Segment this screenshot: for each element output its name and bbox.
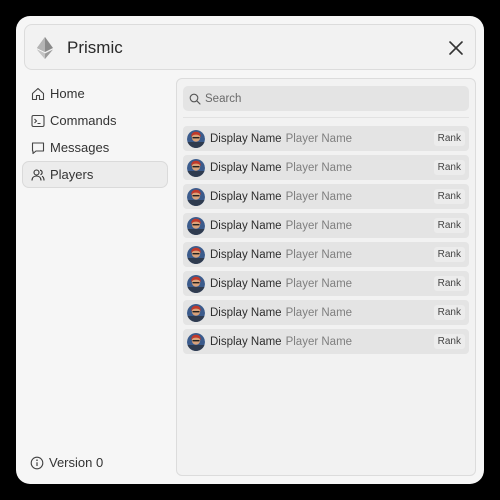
sidebar-item-label: Messages — [50, 140, 110, 155]
rank-badge: Rank — [433, 334, 465, 349]
sidebar-item-home[interactable]: Home — [22, 80, 168, 107]
message-icon — [31, 141, 45, 154]
players-panel: Display NamePlayer NameRank Display Name… — [176, 78, 476, 476]
search-bar[interactable] — [183, 86, 469, 111]
player-username: Player Name — [285, 190, 353, 203]
sidebar-item-label: Commands — [50, 113, 117, 128]
info-icon — [30, 456, 44, 469]
rank-badge: Rank — [433, 160, 465, 175]
player-display-name: Display Name — [210, 335, 282, 348]
version-label: Version 0 — [49, 455, 104, 470]
player-username: Player Name — [285, 277, 353, 290]
player-row[interactable]: Display Name Player Name Rank — [183, 155, 469, 180]
sidebar-item-commands[interactable]: Commands — [22, 107, 168, 134]
player-row[interactable]: Display Name Player Name Rank — [183, 329, 469, 354]
search-icon — [189, 93, 201, 105]
player-username: Player Name — [285, 161, 353, 174]
avatar — [187, 158, 205, 177]
avatar — [187, 129, 205, 148]
player-username: Player Name — [285, 248, 353, 261]
avatar — [187, 274, 205, 293]
player-row[interactable]: Display Name Player Name Rank — [183, 213, 469, 238]
avatar — [187, 332, 205, 351]
home-icon — [31, 87, 45, 100]
close-icon[interactable] — [443, 35, 469, 61]
player-username: Player Name — [285, 219, 353, 232]
sidebar-item-messages[interactable]: Messages — [22, 134, 168, 161]
player-row[interactable]: Display Name Player Name Rank — [183, 126, 469, 151]
player-display-name: Display Name — [210, 190, 282, 203]
player-username: Player Name — [285, 306, 353, 319]
app-title: Prismic — [67, 38, 123, 57]
sidebar: Home Commands Messages Players Version 0 — [22, 78, 170, 473]
avatar — [187, 187, 205, 206]
avatar — [187, 216, 205, 235]
avatar — [187, 303, 205, 322]
sidebar-item-players[interactable]: Players — [22, 161, 168, 188]
player-display-name: Display Name — [210, 219, 282, 232]
rank-badge: Rank — [433, 247, 465, 262]
player-row[interactable]: Display Name Player Name Rank — [183, 184, 469, 209]
player-username: Player Name — [285, 132, 353, 145]
rank-badge: Rank — [433, 189, 465, 204]
title-bar: Prismic — [24, 24, 476, 70]
player-list: Display Name Player Name Rank Display Name… — [183, 126, 469, 358]
search-input[interactable] — [205, 92, 455, 105]
player-display-name: Display Name — [210, 132, 282, 145]
player-display-name: Display Name — [210, 277, 282, 290]
avatar — [187, 245, 205, 264]
app-window: Prismic Home Commands Messages Players V… — [16, 16, 484, 484]
player-row[interactable]: Display Name Player Name Rank — [183, 242, 469, 267]
users-icon — [31, 168, 45, 181]
rank-badge: Rank — [433, 131, 465, 146]
divider — [183, 117, 469, 118]
version-info: Version 0 — [30, 455, 103, 470]
player-row[interactable]: Display Name Player Name Rank — [183, 300, 469, 325]
player-display-name: Display Name — [210, 161, 282, 174]
terminal-icon — [31, 114, 45, 127]
player-row[interactable]: Display Name Player Name Rank — [183, 271, 469, 296]
player-display-name: Display Name — [210, 306, 282, 319]
player-display-name: Display Name — [210, 248, 282, 261]
sidebar-item-label: Home — [50, 86, 85, 101]
rank-badge: Rank — [433, 218, 465, 233]
rank-badge: Rank — [433, 276, 465, 291]
sidebar-item-label: Players — [50, 167, 94, 182]
player-username: Player Name — [285, 335, 353, 348]
rank-badge: Rank — [433, 305, 465, 320]
ethereum-logo-icon — [37, 37, 53, 59]
